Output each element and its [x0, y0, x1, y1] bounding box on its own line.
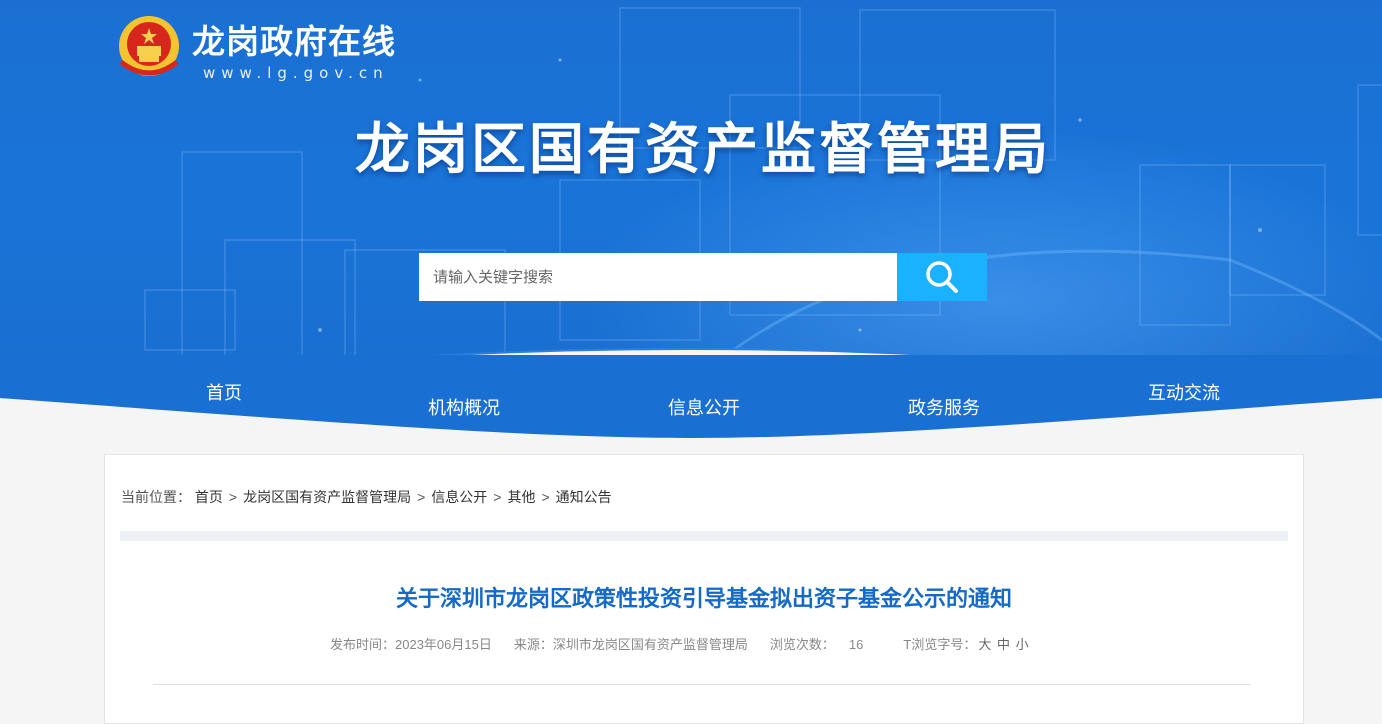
nav-info-disclosure[interactable]: 信息公开 — [668, 396, 740, 420]
national-emblem-icon — [115, 12, 183, 84]
meta-divider — [153, 684, 1251, 685]
nav-government-services[interactable]: 政务服务 — [908, 396, 980, 420]
font-size-small[interactable]: 小 — [1016, 637, 1029, 652]
portal-logo-title[interactable]: 龙岗政府在线 — [192, 22, 396, 62]
publish-label: 发布时间： — [330, 637, 396, 652]
breadcrumb-separator: > — [417, 489, 426, 505]
breadcrumb-separator: > — [541, 489, 550, 505]
breadcrumb-separator: > — [493, 489, 502, 505]
breadcrumb-notices[interactable]: 通知公告 — [556, 489, 612, 505]
search-icon — [926, 261, 958, 293]
font-size-label: T浏览字号： — [903, 637, 977, 652]
nav-interaction[interactable]: 互动交流 — [1148, 381, 1220, 405]
breadcrumb-info-disclosure[interactable]: 信息公开 — [431, 489, 487, 505]
portal-logo-url: www.lg.gov.cn — [203, 64, 389, 82]
nav-about[interactable]: 机构概况 — [428, 396, 500, 420]
views-label: 浏览次数： — [769, 637, 835, 652]
breadcrumb: 当前位置： 首页 > 龙岗区国有资产监督管理局 > 信息公开 > 其他 > 通知公告 — [121, 487, 612, 507]
publish-date: 2023年06月15日 — [395, 637, 492, 652]
breadcrumb-other[interactable]: 其他 — [507, 489, 535, 505]
source-label: 来源： — [513, 637, 553, 652]
article-panel: 当前位置： 首页 > 龙岗区国有资产监督管理局 > 信息公开 > 其他 > 通知公告 关于深圳市… — [104, 454, 1304, 724]
search-button[interactable] — [897, 253, 987, 301]
article-title: 关于深圳市龙岗区政策性投资引导基金拟出资子基金公示的通知 — [395, 586, 1012, 611]
font-size-large[interactable]: 大 — [978, 637, 991, 652]
source-value: 深圳市龙岗区国有资产监督管理局 — [552, 637, 748, 652]
views-count: 16 — [848, 637, 864, 652]
site-title: 龙岗区国有资产监督管理局 — [354, 117, 1051, 181]
breadcrumb-separator: > — [228, 489, 238, 505]
breadcrumb-bureau[interactable]: 龙岗区国有资产监督管理局 — [243, 489, 411, 505]
section-divider — [120, 531, 1288, 541]
font-size-medium[interactable]: 中 — [997, 637, 1010, 652]
breadcrumb-label: 当前位置： — [121, 489, 191, 505]
article-meta: 发布时间：2023年06月15日 来源：深圳市龙岗区国有资产监督管理局 浏览次数： 1… — [330, 635, 1029, 655]
nav-home[interactable]: 首页 — [206, 381, 242, 405]
breadcrumb-home[interactable]: 首页 — [195, 489, 223, 505]
header-banner: 龙岗政府在线 www.lg.gov.cn 龙岗区国有资产监督管理局 首页 机构概… — [0, 0, 1382, 440]
search-input[interactable] — [419, 253, 897, 301]
